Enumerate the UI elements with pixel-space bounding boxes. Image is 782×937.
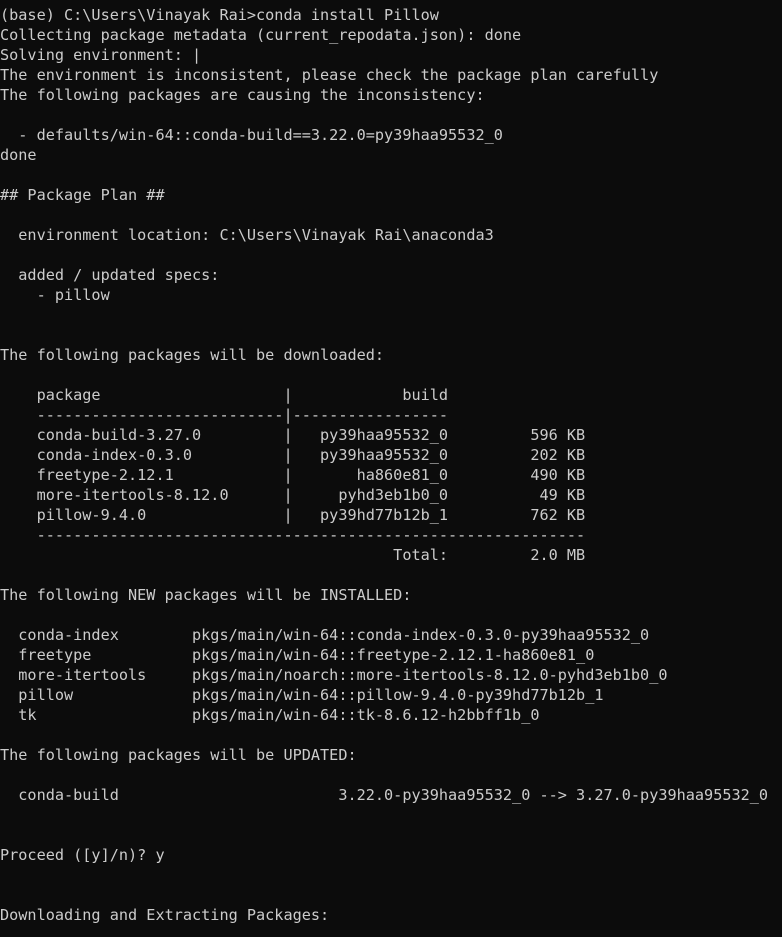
terminal-line: conda-build-3.27.0 | py39haa95532_0 596 … <box>0 426 586 444</box>
terminal-line: ## Package Plan ## <box>0 186 165 204</box>
terminal-window[interactable]: (base) C:\Users\Vinayak Rai>conda instal… <box>0 0 782 937</box>
terminal-line: pillow pkgs/main/win-64::pillow-9.4.0-py… <box>0 686 604 704</box>
terminal-line: more-itertools-8.12.0 | pyhd3eb1b0_0 49 … <box>0 486 586 504</box>
terminal-line: added / updated specs: <box>0 266 220 284</box>
terminal-line: - defaults/win-64::conda-build==3.22.0=p… <box>0 126 503 144</box>
terminal-line: conda-build 3.22.0-py39haa95532_0 --> 3.… <box>0 786 769 804</box>
terminal-line: conda-index-0.3.0 | py39haa95532_0 202 K… <box>0 446 586 464</box>
terminal-line: tk pkgs/main/win-64::tk-8.6.12-h2bbff1b_… <box>0 706 540 724</box>
terminal-line: pillow-9.4.0 | py39hd77b12b_1 762 KB <box>0 506 586 524</box>
terminal-line: The following packages are causing the i… <box>0 86 485 104</box>
terminal-line: ---------------------------|------------… <box>0 406 449 424</box>
terminal-line: Proceed ([y]/n)? y <box>0 846 165 864</box>
terminal-line: freetype-2.12.1 | ha860e81_0 490 KB <box>0 466 586 484</box>
terminal-line: package | build <box>0 386 449 404</box>
terminal-line: environment location: C:\Users\Vinayak R… <box>0 226 494 244</box>
terminal-line: Total: 2.0 MB <box>0 546 586 564</box>
terminal-line: - pillow <box>0 286 110 304</box>
terminal-line: The following NEW packages will be INSTA… <box>0 586 412 604</box>
terminal-line: done <box>0 146 37 164</box>
terminal-line: Solving environment: | <box>0 46 202 64</box>
terminal-line: The following packages will be UPDATED: <box>0 746 357 764</box>
terminal-line: (base) C:\Users\Vinayak Rai>conda instal… <box>0 6 439 24</box>
terminal-line: more-itertools pkgs/main/noarch::more-it… <box>0 666 668 684</box>
terminal-line: The environment is inconsistent, please … <box>0 66 659 84</box>
terminal-line: Collecting package metadata (current_rep… <box>0 26 522 44</box>
terminal-line: Downloading and Extracting Packages: <box>0 906 330 924</box>
terminal-line: freetype pkgs/main/win-64::freetype-2.12… <box>0 646 595 664</box>
terminal-line: ----------------------------------------… <box>0 526 586 544</box>
terminal-line: The following packages will be downloade… <box>0 346 385 364</box>
terminal-line: conda-index pkgs/main/win-64::conda-inde… <box>0 626 650 644</box>
